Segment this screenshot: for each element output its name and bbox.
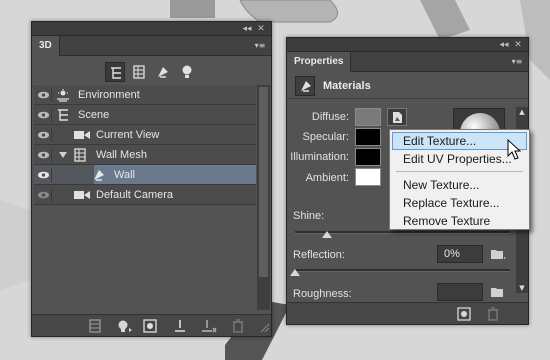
3d-panel: ◂◂ ✕ 3D ▾≡ Environment Scene Current Vie…: [31, 21, 272, 337]
properties-bottom-toolbar: [287, 302, 528, 324]
visibility-eye-icon[interactable]: [36, 148, 52, 162]
material-filter-button[interactable]: [153, 62, 173, 82]
reflection-label: Reflection:: [293, 249, 345, 261]
materials-header: Materials: [287, 73, 528, 99]
visibility-eye-icon[interactable]: [36, 108, 52, 122]
ambient-color-swatch[interactable]: [355, 168, 381, 186]
scene-item-default-camera[interactable]: Default Camera: [34, 185, 256, 205]
ground-icon[interactable]: [173, 319, 187, 333]
panel-titlebar[interactable]: ◂◂ ✕: [32, 22, 271, 36]
mesh-filter-button[interactable]: [129, 62, 149, 82]
reflection-value-field[interactable]: 0%: [437, 245, 483, 263]
roughness-value-field[interactable]: [437, 283, 483, 301]
specular-color-swatch[interactable]: [355, 128, 381, 146]
scene-item-label: Environment: [78, 89, 140, 101]
reflection-slider-thumb[interactable]: [290, 269, 300, 276]
expand-triangle-icon[interactable]: [59, 152, 67, 158]
resize-grip-icon[interactable]: [260, 323, 270, 333]
material-icon: [94, 170, 104, 181]
menu-separator: [396, 171, 523, 172]
reflection-slider-track[interactable]: [295, 269, 510, 272]
tab-3d[interactable]: 3D: [32, 36, 60, 56]
new-material-icon[interactable]: [143, 319, 159, 333]
scene-tree: Environment Scene Current View Wall Mesh…: [34, 85, 256, 277]
reflection-texture-button[interactable]: [490, 246, 506, 262]
mesh-render-icon[interactable]: [89, 319, 101, 333]
filter-toolbar: [32, 57, 271, 87]
collapse-icon[interactable]: ◂◂: [241, 22, 253, 36]
menu-item-remove-texture[interactable]: Remove Texture: [392, 212, 527, 230]
scene-item-wall-mesh[interactable]: Wall Mesh: [34, 145, 256, 165]
tab-properties[interactable]: Properties: [287, 52, 352, 72]
visibility-eye-icon[interactable]: [36, 168, 52, 182]
light-filter-icon: [182, 65, 192, 78]
scroll-up-icon[interactable]: ▲: [516, 107, 528, 117]
roughness-texture-button[interactable]: [490, 284, 506, 300]
diffuse-color-swatch[interactable]: [355, 108, 381, 126]
scene-filter-button[interactable]: [105, 62, 125, 82]
scene-icon: [58, 109, 68, 121]
close-icon[interactable]: ✕: [255, 22, 267, 36]
trash-icon[interactable]: [232, 319, 244, 333]
panel-tabbar: Properties ▾≡: [287, 52, 528, 72]
scene-scrollbar[interactable]: [257, 85, 270, 310]
mouse-pointer-icon: [507, 139, 522, 160]
scene-item-label: Current View: [96, 129, 160, 141]
texture-file-icon: [393, 112, 402, 123]
mesh-filter-icon: [133, 65, 145, 79]
visibility-eye-icon[interactable]: [36, 128, 52, 142]
collapse-icon[interactable]: ◂◂: [498, 38, 510, 52]
scrollbar-thumb[interactable]: [259, 87, 268, 277]
folder-icon: [491, 250, 506, 259]
folder-icon: [491, 288, 503, 297]
illumination-color-swatch[interactable]: [355, 148, 381, 166]
menu-item-new-texture[interactable]: New Texture...: [392, 176, 527, 194]
environment-icon: [57, 89, 69, 102]
scene-item-label: Wall: [114, 169, 135, 181]
materials-section-icon-box: [295, 76, 315, 96]
shine-label: Shine:: [293, 210, 325, 222]
scene-item-label: Scene: [78, 109, 110, 121]
light-filter-button[interactable]: [177, 62, 197, 82]
shine-slider-thumb[interactable]: [322, 231, 333, 238]
render-icon[interactable]: [457, 307, 471, 321]
panel-menu-icon[interactable]: ▾≡: [253, 40, 267, 52]
scatter-icon[interactable]: [201, 319, 217, 333]
scene-filter-icon: [111, 67, 121, 79]
scene-item-label: Default Camera: [96, 189, 174, 201]
close-icon[interactable]: ✕: [512, 38, 524, 52]
add-light-icon[interactable]: [117, 319, 133, 333]
section-title: Materials: [323, 80, 371, 92]
diffuse-label: Diffuse:: [311, 111, 349, 123]
scene-item-label: Wall Mesh: [96, 149, 147, 161]
visibility-eye-icon[interactable]: [36, 88, 52, 102]
material-filter-icon: [158, 67, 168, 78]
scene-item-scene[interactable]: Scene: [34, 105, 256, 125]
scene-item-environment[interactable]: Environment: [34, 85, 256, 105]
ambient-label: Ambient:: [305, 172, 349, 184]
scroll-down-icon[interactable]: ▼: [516, 283, 528, 293]
specular-label: Specular:: [302, 131, 349, 143]
menu-item-replace-texture[interactable]: Replace Texture...: [392, 194, 527, 212]
camera-icon: [74, 191, 90, 199]
diffuse-texture-button[interactable]: [387, 108, 407, 126]
panel-menu-icon[interactable]: ▾≡: [510, 56, 524, 68]
camera-icon: [74, 131, 90, 139]
panel-titlebar[interactable]: ◂◂ ✕: [287, 38, 528, 52]
roughness-label: Roughness:: [293, 288, 352, 300]
material-icon: [301, 81, 311, 92]
scene-item-current-view[interactable]: Current View: [34, 125, 256, 145]
3d-bottom-toolbar: [32, 314, 271, 336]
visibility-eye-icon[interactable]: [36, 188, 52, 202]
panel-tabbar: 3D ▾≡: [32, 36, 271, 56]
trash-icon[interactable]: [487, 307, 499, 321]
scene-item-wall[interactable]: Wall: [34, 165, 256, 185]
mesh-icon: [74, 148, 86, 162]
illumination-label: Illumination:: [290, 151, 349, 163]
